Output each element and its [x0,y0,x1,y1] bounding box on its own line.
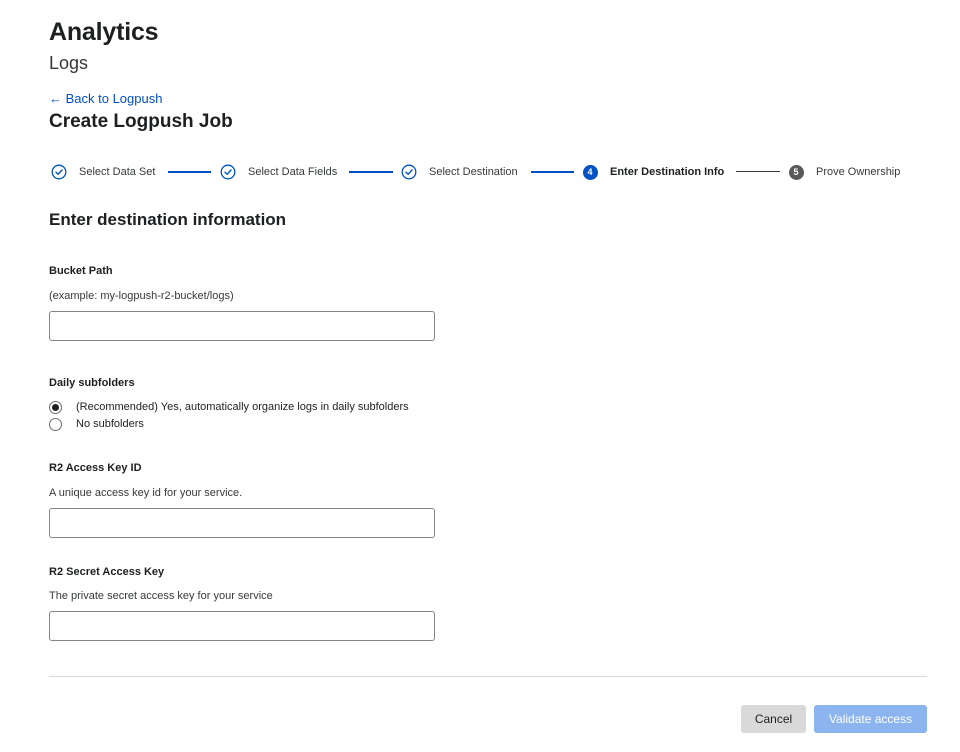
section-title: Enter destination information [49,210,287,229]
page-subtitle: Logs [49,53,89,73]
step-enter-destination-info: 4 Enter Destination Info [582,163,724,181]
bucket-path-help: (example: my-logpush-r2-bucket/logs) [49,290,234,302]
back-to-logpush-link[interactable]: ← Back to Logpush [49,91,162,106]
step-connector [168,171,211,173]
access-key-id-help: A unique access key id for your service. [49,487,243,499]
stepper: Select Data Set Select Data Fields Selec… [51,163,911,181]
cancel-button[interactable]: Cancel [741,705,806,733]
step-number-icon: 5 [788,164,804,180]
step-number: 5 [788,164,804,180]
radio-option-no-subfolders[interactable]: No subfolders [49,417,144,431]
step-number: 4 [582,164,598,180]
step-label: Select Data Set [79,166,156,178]
bucket-path-label: Bucket Path [49,265,113,277]
bucket-path-input[interactable] [49,311,435,341]
step-label: Select Data Fields [248,166,338,178]
secret-access-key-input[interactable] [49,611,435,641]
step-select-data-set: Select Data Set [51,163,155,181]
check-circle-icon [51,164,67,180]
daily-subfolders-label: Daily subfolders [49,377,135,389]
step-label: Prove Ownership [816,166,901,178]
step-number-icon: 4 [582,164,598,180]
check-circle-icon [401,164,417,180]
page-title: Analytics [49,18,159,46]
step-select-destination: Select Destination [401,163,518,181]
footer-divider [49,676,927,677]
step-label: Select Destination [429,166,518,178]
radio-button[interactable] [49,400,62,414]
step-select-data-fields: Select Data Fields [220,163,337,181]
radio-button[interactable] [49,417,62,431]
step-prove-ownership: 5 Prove Ownership [788,163,900,181]
job-title: Create Logpush Job [49,111,233,132]
secret-access-key-label: R2 Secret Access Key [49,566,165,578]
access-key-id-input[interactable] [49,508,435,538]
step-connector [736,171,780,172]
check-circle-icon [220,164,236,180]
validate-access-button[interactable]: Validate access [814,705,927,733]
step-connector [349,171,393,173]
step-connector [531,171,574,173]
radio-label: No subfolders [76,418,144,430]
secret-access-key-help: The private secret access key for your s… [49,590,273,602]
access-key-id-label: R2 Access Key ID [49,462,142,474]
radio-option-recommended[interactable]: (Recommended) Yes, automatically organiz… [49,400,409,414]
radio-label: (Recommended) Yes, automatically organiz… [76,401,409,413]
step-label: Enter Destination Info [610,166,725,178]
